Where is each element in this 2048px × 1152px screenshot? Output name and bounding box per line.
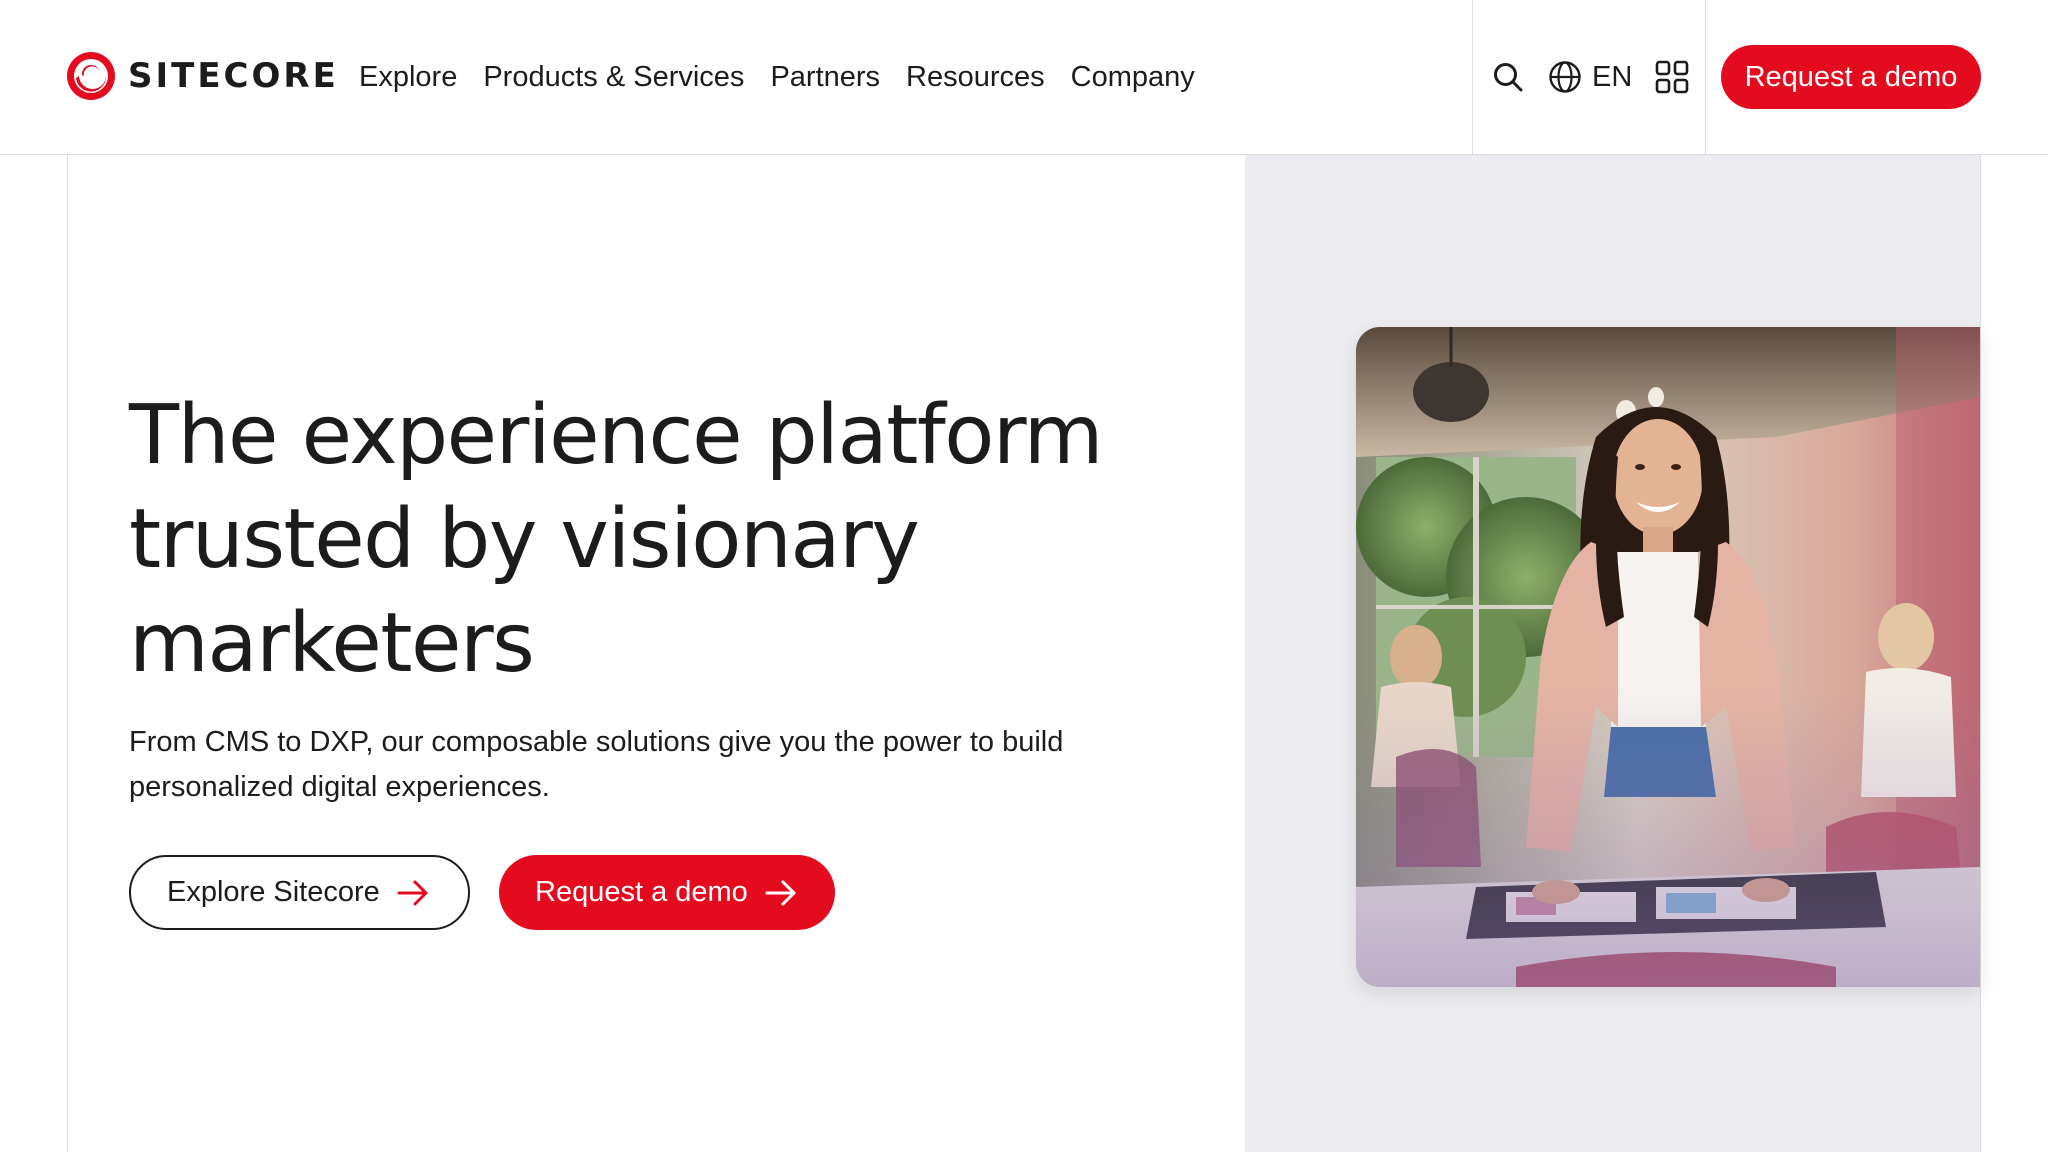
nav-item-products-services[interactable]: Products & Services <box>483 61 744 94</box>
nav-item-resources[interactable]: Resources <box>906 61 1045 94</box>
hero-photo-illustration <box>1356 327 1980 987</box>
main-nav: Explore Products & Services Partners Res… <box>359 56 1221 98</box>
language-selector[interactable]: EN <box>1548 55 1632 99</box>
apps-menu-button[interactable] <box>1653 58 1691 96</box>
search-icon <box>1494 63 1523 92</box>
request-demo-button-header[interactable]: Request a demo <box>1721 45 1981 109</box>
language-label: EN <box>1592 60 1633 93</box>
sitecore-logo-icon <box>67 52 115 100</box>
hero-photo <box>1356 327 1980 987</box>
nav-item-partners[interactable]: Partners <box>770 61 880 94</box>
hero-headline: The experience platform trusted by visio… <box>129 388 1104 691</box>
hero-subtext: From CMS to DXP, our composable solution… <box>129 726 1064 803</box>
grid-icon <box>1655 60 1689 94</box>
explore-sitecore-label: Explore Sitecore <box>167 876 380 908</box>
arrow-right-icon <box>765 880 796 905</box>
header-divider-left <box>1472 0 1473 155</box>
nav-item-explore[interactable]: Explore <box>359 61 457 94</box>
explore-sitecore-button[interactable]: Explore Sitecore <box>129 855 470 930</box>
sitecore-logo[interactable]: SITECORE <box>66 51 339 101</box>
request-demo-button-hero[interactable]: Request a demo <box>499 855 835 930</box>
layout-guide-left <box>67 155 68 1152</box>
globe-icon <box>1549 61 1581 93</box>
layout-guide-right <box>1980 155 1981 1152</box>
request-demo-label: Request a demo <box>535 876 748 908</box>
search-button[interactable] <box>1490 57 1526 97</box>
nav-item-company[interactable]: Company <box>1071 61 1195 94</box>
arrow-right-icon <box>397 880 428 905</box>
brand-name: SITECORE <box>128 56 339 96</box>
site-header: SITECORE Explore Products & Services Par… <box>0 0 2048 155</box>
header-divider-right <box>1705 0 1706 155</box>
